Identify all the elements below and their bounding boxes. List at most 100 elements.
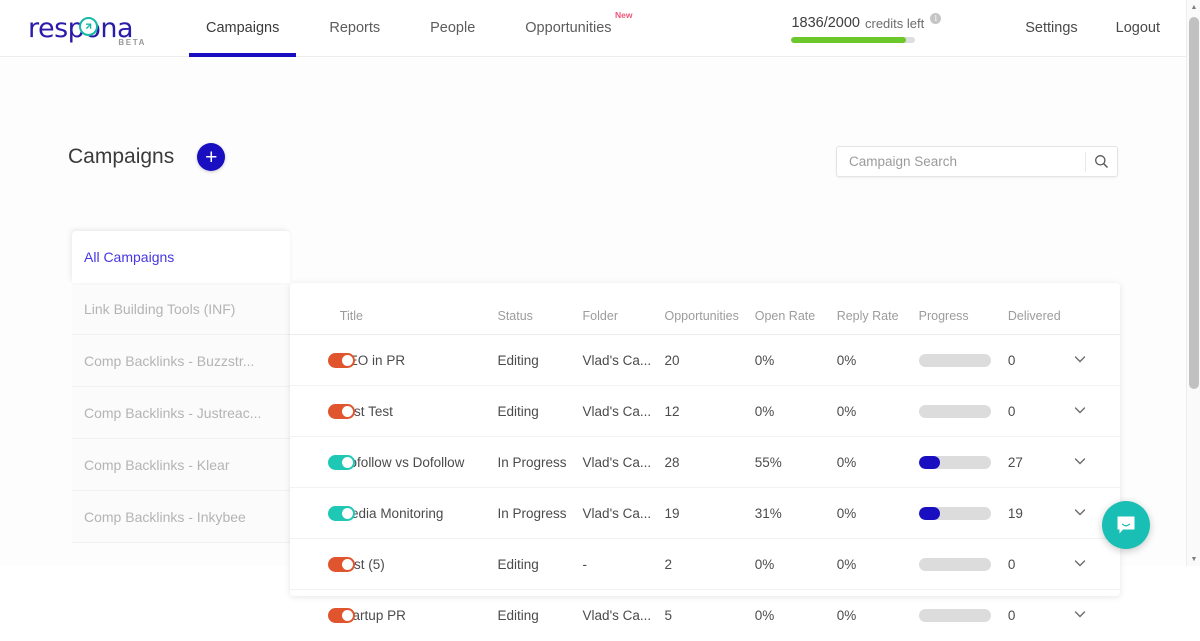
cell-title[interactable]: Media Monitoring bbox=[340, 488, 498, 539]
nav-new-badge: New bbox=[615, 10, 632, 20]
chat-launcher-button[interactable] bbox=[1102, 501, 1150, 549]
cell-reply-rate: 0% bbox=[837, 437, 919, 488]
sidebar-item-comp-backlinks-buzzstream[interactable]: Comp Backlinks - Buzzstr... bbox=[72, 335, 290, 387]
cell-reply-rate: 0% bbox=[837, 590, 919, 641]
cell-opportunities: 12 bbox=[665, 386, 755, 437]
column-header-status[interactable]: Status bbox=[497, 283, 582, 335]
chevron-down-icon[interactable] bbox=[1072, 453, 1088, 472]
column-header-toggle bbox=[290, 283, 340, 335]
sidebar-item-comp-backlinks-inkybee[interactable]: Comp Backlinks - Inkybee bbox=[72, 491, 290, 543]
info-icon[interactable]: i bbox=[930, 13, 941, 24]
add-campaign-button[interactable]: + bbox=[197, 143, 225, 171]
browser-scrollbar[interactable]: ▲ ▼ bbox=[1186, 0, 1200, 566]
search-icon bbox=[1094, 154, 1109, 169]
cell-reply-rate: 0% bbox=[837, 386, 919, 437]
logo-beta-label: BETA bbox=[118, 38, 146, 47]
cell-opportunities: 19 bbox=[665, 488, 755, 539]
column-header-delivered[interactable]: Delivered bbox=[1008, 283, 1072, 335]
chevron-down-icon[interactable] bbox=[1072, 606, 1088, 625]
chevron-down-icon[interactable] bbox=[1072, 504, 1088, 523]
cell-expand[interactable] bbox=[1072, 386, 1120, 437]
cell-status: Editing bbox=[497, 335, 582, 386]
cell-status: Editing bbox=[497, 590, 582, 641]
nav-item-campaigns-label: Campaigns bbox=[206, 20, 279, 36]
cell-expand[interactable] bbox=[1072, 590, 1120, 641]
cell-title[interactable]: Startup PR bbox=[340, 590, 498, 641]
column-header-title[interactable]: Title bbox=[340, 283, 498, 335]
cell-open-rate: 0% bbox=[755, 590, 837, 641]
search-button[interactable] bbox=[1086, 154, 1117, 169]
table-row[interactable]: SEO in PREditingVlad's Ca...200%0%0 bbox=[290, 335, 1120, 386]
nav-item-campaigns[interactable]: Campaigns bbox=[189, 0, 296, 57]
logo-arrow-circle-icon bbox=[79, 17, 98, 36]
cell-expand[interactable] bbox=[1072, 335, 1120, 386]
table-row[interactable]: Media MonitoringIn ProgressVlad's Ca...1… bbox=[290, 488, 1120, 539]
campaign-enable-toggle[interactable] bbox=[328, 404, 355, 419]
cell-delivered: 0 bbox=[1008, 590, 1072, 641]
cell-delivered: 0 bbox=[1008, 386, 1072, 437]
cell-opportunities: 20 bbox=[665, 335, 755, 386]
progress-bar bbox=[919, 609, 991, 622]
table-row[interactable]: Nofollow vs DofollowIn ProgressVlad's Ca… bbox=[290, 437, 1120, 488]
cell-open-rate: 0% bbox=[755, 335, 837, 386]
cell-folder: Vlad's Ca... bbox=[583, 386, 665, 437]
chevron-down-icon[interactable] bbox=[1072, 402, 1088, 421]
cell-delivered: 27 bbox=[1008, 437, 1072, 488]
nav-item-reports[interactable]: Reports bbox=[312, 0, 397, 57]
row-toggle-cell bbox=[290, 335, 340, 386]
cell-progress bbox=[919, 488, 1008, 539]
table-row[interactable]: Test TestEditingVlad's Ca...120%0%0 bbox=[290, 386, 1120, 437]
nav-item-opportunities[interactable]: Opportunities New bbox=[508, 0, 628, 57]
table-header-row: Title Status Folder Opportunities Open R… bbox=[290, 283, 1120, 335]
table-row[interactable]: Startup PREditingVlad's Ca...50%0%0 bbox=[290, 590, 1120, 641]
column-header-progress[interactable]: Progress bbox=[919, 283, 1008, 335]
settings-link[interactable]: Settings bbox=[1025, 20, 1077, 36]
row-toggle-cell bbox=[290, 488, 340, 539]
cell-title[interactable]: Test (5) bbox=[340, 539, 498, 590]
campaign-enable-toggle[interactable] bbox=[328, 455, 355, 470]
credits-meter: 1836/2000 credits left i bbox=[791, 13, 941, 43]
cell-title[interactable]: SEO in PR bbox=[340, 335, 498, 386]
campaign-folder-sidebar: All Campaigns Link Building Tools (INF) … bbox=[72, 231, 290, 543]
table-row[interactable]: Test (5)Editing-20%0%0 bbox=[290, 539, 1120, 590]
main-nav: Campaigns Reports People Opportunities N… bbox=[189, 0, 645, 57]
scrollbar-up-arrow[interactable]: ▲ bbox=[1187, 0, 1200, 14]
cell-folder: Vlad's Ca... bbox=[583, 488, 665, 539]
logout-link[interactable]: Logout bbox=[1116, 20, 1160, 36]
cell-title[interactable]: Test Test bbox=[340, 386, 498, 437]
sidebar-item-label: Link Building Tools (INF) bbox=[84, 301, 235, 317]
sidebar-item-comp-backlinks-klear[interactable]: Comp Backlinks - Klear bbox=[72, 439, 290, 491]
sidebar-item-all-campaigns[interactable]: All Campaigns bbox=[72, 231, 290, 283]
cell-progress bbox=[919, 437, 1008, 488]
credits-value: 1836/2000 bbox=[791, 15, 860, 31]
cell-folder: Vlad's Ca... bbox=[583, 335, 665, 386]
column-header-reply-rate[interactable]: Reply Rate bbox=[837, 283, 919, 335]
cell-reply-rate: 0% bbox=[837, 488, 919, 539]
cell-opportunities: 2 bbox=[665, 539, 755, 590]
chevron-down-icon[interactable] bbox=[1072, 351, 1088, 370]
cell-open-rate: 55% bbox=[755, 437, 837, 488]
sidebar-item-link-building-tools[interactable]: Link Building Tools (INF) bbox=[72, 283, 290, 335]
cell-expand[interactable] bbox=[1072, 437, 1120, 488]
respona-logo[interactable]: respona BETA bbox=[28, 8, 148, 48]
scrollbar-down-arrow[interactable]: ▼ bbox=[1187, 552, 1200, 566]
chat-bubble-icon bbox=[1114, 513, 1138, 537]
chevron-down-icon[interactable] bbox=[1072, 555, 1088, 574]
nav-item-people[interactable]: People bbox=[413, 0, 492, 57]
campaign-enable-toggle[interactable] bbox=[328, 608, 355, 623]
search-input[interactable] bbox=[837, 154, 1085, 169]
column-header-open-rate[interactable]: Open Rate bbox=[755, 283, 837, 335]
campaign-enable-toggle[interactable] bbox=[328, 506, 355, 521]
column-header-folder[interactable]: Folder bbox=[583, 283, 665, 335]
nav-item-opportunities-label: Opportunities bbox=[525, 20, 611, 36]
sidebar-item-comp-backlinks-justreachout[interactable]: Comp Backlinks - Justreac... bbox=[72, 387, 290, 439]
top-right-controls: 1836/2000 credits left i Settings Logout bbox=[791, 13, 1186, 43]
campaign-enable-toggle[interactable] bbox=[328, 353, 355, 368]
column-header-opportunities[interactable]: Opportunities bbox=[665, 283, 755, 335]
cell-expand[interactable] bbox=[1072, 539, 1120, 590]
scrollbar-thumb[interactable] bbox=[1189, 17, 1199, 389]
cell-open-rate: 0% bbox=[755, 539, 837, 590]
credits-label: credits left bbox=[865, 15, 924, 31]
campaign-enable-toggle[interactable] bbox=[328, 557, 355, 572]
cell-title[interactable]: Nofollow vs Dofollow bbox=[340, 437, 498, 488]
